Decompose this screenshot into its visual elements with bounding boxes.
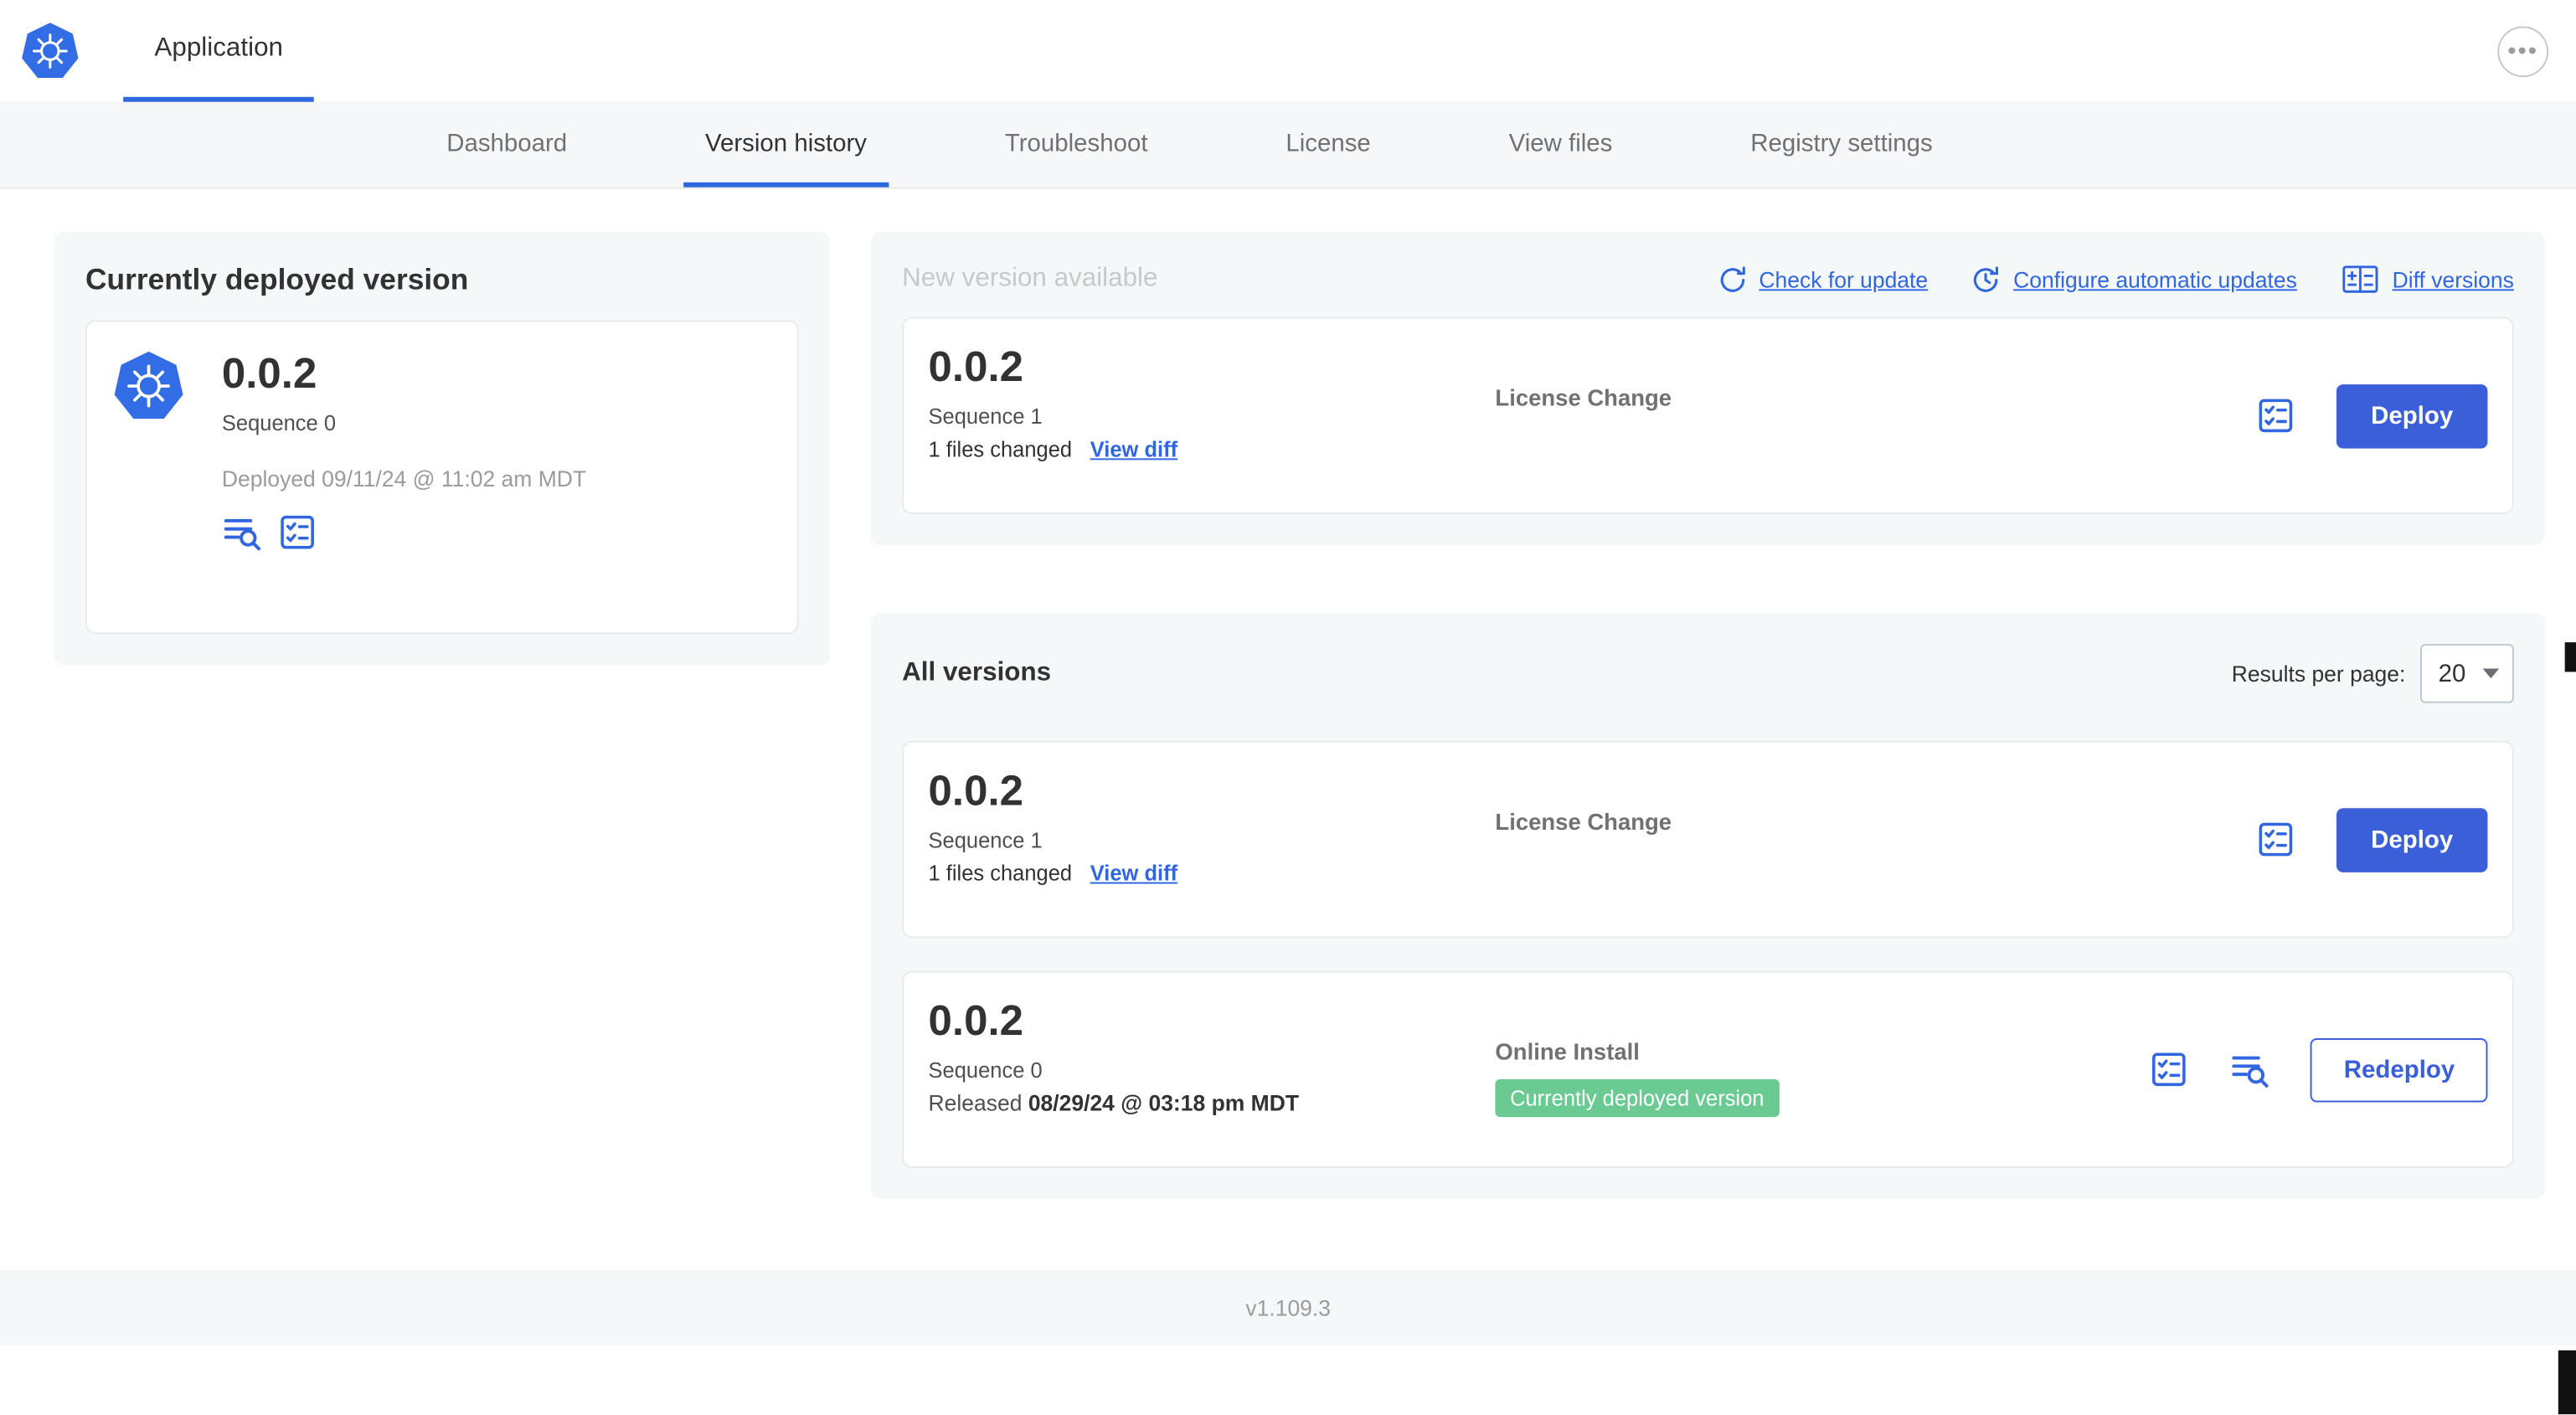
deploy-button[interactable]: Deploy <box>2336 383 2488 448</box>
version-row: 0.0.2 Sequence 1 1 files changed View di… <box>902 740 2514 939</box>
redeploy-button[interactable]: Redeploy <box>2311 1037 2488 1102</box>
tab-application[interactable]: Application <box>123 0 315 102</box>
kubernetes-logo-icon <box>20 21 81 82</box>
main-nav: Dashboard Version history Troubleshoot L… <box>0 103 2576 189</box>
kubernetes-app-icon <box>111 350 185 424</box>
app-header: Application ••• <box>0 0 2576 104</box>
clock-refresh-icon <box>1974 265 1999 291</box>
chevron-down-icon <box>2482 668 2500 679</box>
tab-version-history[interactable]: Version history <box>683 104 889 188</box>
tab-view-files[interactable]: View files <box>1487 104 1634 188</box>
current-version-deployed-at: Deployed 09/11/24 @ 11:02 am MDT <box>221 466 587 491</box>
current-version-sequence: Sequence 0 <box>221 409 337 435</box>
files-changed-text: 1 files changed <box>928 860 1073 885</box>
tab-dashboard[interactable]: Dashboard <box>425 104 589 188</box>
version-source: License Change <box>1495 808 1672 835</box>
version-source: License Change <box>1495 384 1672 411</box>
view-diff-link[interactable]: View diff <box>1090 436 1177 461</box>
check-for-update-link[interactable]: Check for update <box>1716 264 1928 295</box>
tab-registry-settings[interactable]: Registry settings <box>1729 104 1955 188</box>
main-content: Currently deployed version 0.0.2 Sequenc… <box>0 189 2576 1200</box>
current-version-number: 0.0.2 <box>221 347 317 398</box>
version-source: Online Install <box>1495 1037 1640 1065</box>
scrollbar-thumb[interactable] <box>2564 642 2576 672</box>
all-versions-title: All versions <box>902 658 1052 687</box>
right-column: New version available Check for update C… <box>870 231 2546 1200</box>
diff-versions-link[interactable]: Diff versions <box>2340 263 2514 296</box>
release-notes-icon[interactable] <box>2230 1050 2269 1089</box>
currently-deployed-badge: Currently deployed version <box>1495 1079 1780 1118</box>
deploy-button[interactable]: Deploy <box>2336 807 2488 872</box>
diff-icon <box>2342 265 2378 293</box>
version-number: 0.0.2 <box>928 342 1023 391</box>
checklist-icon[interactable] <box>2256 820 2295 859</box>
files-changed-text: 1 files changed <box>928 436 1073 461</box>
version-sequence: Sequence 0 <box>928 1057 1043 1083</box>
release-notes-icon[interactable] <box>222 512 261 551</box>
scrollbar-thumb[interactable] <box>2558 1350 2576 1415</box>
refresh-icon <box>1719 265 1744 291</box>
app-footer: v1.109.3 <box>0 1269 2576 1346</box>
checklist-icon[interactable] <box>278 512 317 551</box>
version-row: 0.0.2 Sequence 0 Released 08/29/24 @ 03:… <box>902 970 2514 1168</box>
currently-deployed-title: Currently deployed version <box>85 262 469 296</box>
tab-troubleshoot[interactable]: Troubleshoot <box>983 104 1169 188</box>
checklist-icon[interactable] <box>2150 1050 2189 1089</box>
version-sequence: Sequence 1 <box>928 827 1043 852</box>
version-number: 0.0.2 <box>928 765 1023 816</box>
results-per-page-label: Results per page: <box>2231 661 2406 687</box>
version-released-at: Released 08/29/24 @ 03:18 pm MDT <box>928 1089 1300 1115</box>
results-per-page-select[interactable]: 20 <box>2420 644 2514 703</box>
new-version-panel: New version available Check for update C… <box>870 231 2546 546</box>
app-tab-label: Application <box>154 33 284 62</box>
more-options-button[interactable]: ••• <box>2497 25 2549 77</box>
app-window: Application ••• Dashboard Version histor… <box>0 0 2576 1415</box>
ellipsis-icon: ••• <box>2507 37 2539 65</box>
version-sequence: Sequence 1 <box>928 403 1043 429</box>
currently-deployed-card: 0.0.2 Sequence 0 Deployed 09/11/24 @ 11:… <box>85 320 799 635</box>
view-diff-link[interactable]: View diff <box>1090 860 1177 884</box>
configure-automatic-updates-link[interactable]: Configure automatic updates <box>1971 264 2297 295</box>
new-version-title: New version available <box>902 264 1158 293</box>
currently-deployed-panel: Currently deployed version 0.0.2 Sequenc… <box>54 231 830 666</box>
new-version-card: 0.0.2 Sequence 1 1 files changed View di… <box>902 316 2514 515</box>
all-versions-panel: All versions Results per page: 20 0.0.2 <box>870 612 2546 1200</box>
tab-license[interactable]: License <box>1265 104 1392 188</box>
checklist-icon[interactable] <box>2256 396 2295 435</box>
console-version-text: v1.109.3 <box>1245 1295 1332 1320</box>
version-number: 0.0.2 <box>928 995 1023 1045</box>
